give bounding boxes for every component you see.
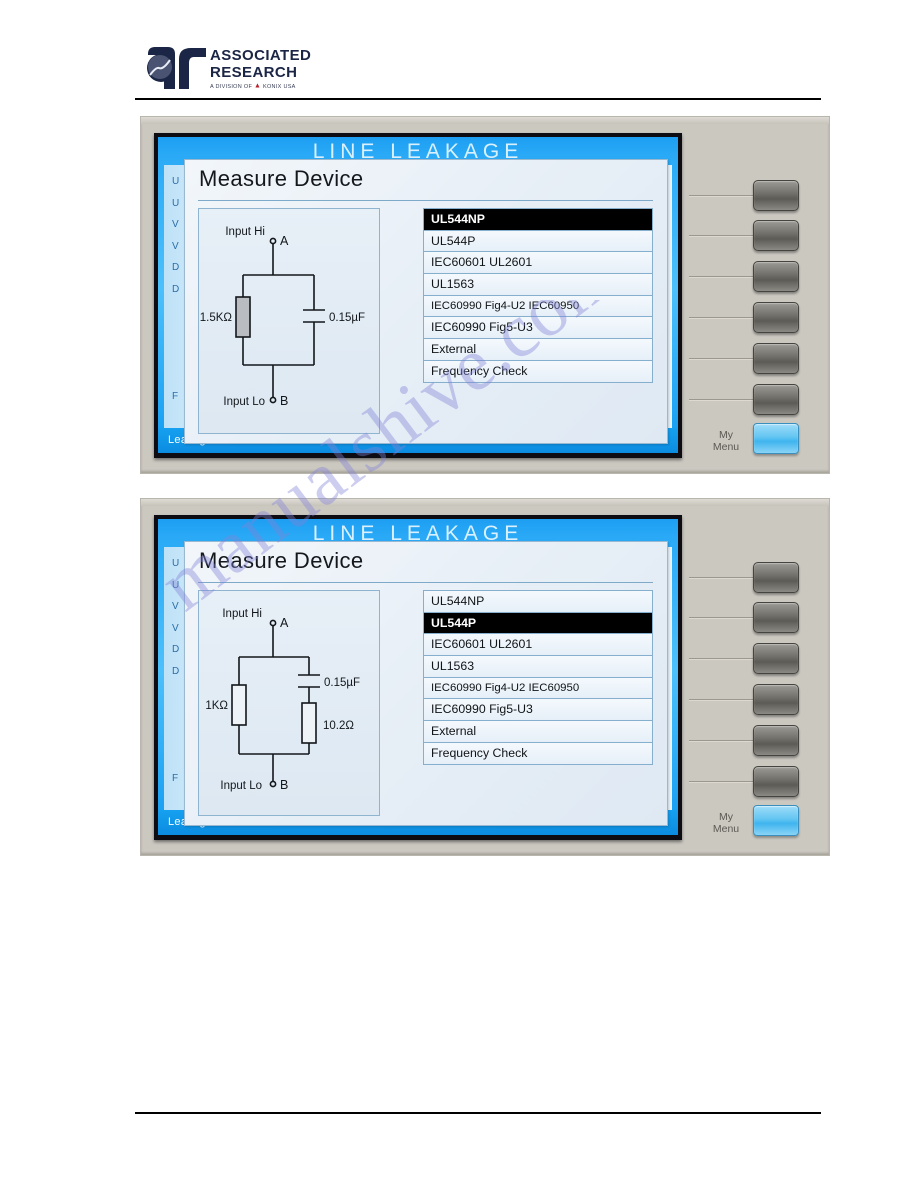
label-capacitor-1: 0.15µF xyxy=(329,312,365,324)
document-page: ASSOCIATED RESEARCH A DIVISION OF ▲ KONI… xyxy=(0,0,918,1188)
associated-research-logo: ASSOCIATED RESEARCH A DIVISION OF ▲ KONI… xyxy=(146,44,346,94)
softkey-button-2[interactable] xyxy=(753,602,799,633)
my-menu-line-1: My xyxy=(719,429,733,441)
softkey-button-3[interactable] xyxy=(753,261,799,292)
softkey-lead xyxy=(689,699,753,700)
softkey-lead xyxy=(689,617,753,618)
softkey-lead xyxy=(689,781,753,782)
ar-logomark-icon xyxy=(146,45,208,91)
dialog-content-2: Input Hi Input Lo A B 1KΩ 0.15µF 10.2Ω U… xyxy=(198,590,653,816)
label-input-hi-1: Input Hi xyxy=(225,226,265,238)
label-resistor-2-2: 10.2Ω xyxy=(323,720,354,732)
background-status-fragment-2: F xyxy=(172,773,179,784)
instrument-figure-2: LINE LEAKAGE U U V V D D F Leakage-HI 0.… xyxy=(140,498,830,856)
label-node-b-2: B xyxy=(280,778,288,792)
footer-divider xyxy=(135,1112,821,1114)
softkey-button-5[interactable] xyxy=(753,343,799,374)
logo-tagline-post: KONIX USA xyxy=(263,84,296,90)
softkey-button-6[interactable] xyxy=(753,766,799,797)
logo-tagline: A DIVISION OF ▲ KONIX USA xyxy=(210,82,311,91)
my-menu-line-1: My xyxy=(719,811,733,823)
label-node-a-1: A xyxy=(280,234,289,248)
logo-tagline-pre: A DIVISION OF xyxy=(210,84,253,90)
label-node-b-1: B xyxy=(280,394,288,408)
device-list-item[interactable]: UL544NP xyxy=(424,591,652,613)
softkey-lead xyxy=(689,276,753,277)
device-list-item[interactable]: External xyxy=(424,339,652,361)
softkey-lead xyxy=(689,658,753,659)
label-resistor-1-2: 1KΩ xyxy=(205,700,228,712)
device-list-item[interactable]: IEC60990 Fig5-U3 xyxy=(424,699,652,722)
dialog-title-divider xyxy=(198,200,653,201)
device-list-2[interactable]: UL544NP UL544P IEC60601 UL2601 UL1563 IE… xyxy=(423,590,653,765)
label-resistor-1-1: 1.5KΩ xyxy=(200,312,233,324)
lcd-screen-2: LINE LEAKAGE U U V V D D F Leakage-HI 0.… xyxy=(158,519,678,835)
label-node-a-2: A xyxy=(280,616,289,630)
softkey-lead xyxy=(689,195,753,196)
lcd-bezel-2: LINE LEAKAGE U U V V D D F Leakage-HI 0.… xyxy=(154,515,682,840)
my-menu-line-2: Menu xyxy=(712,441,740,453)
warning-triangle-icon: ▲ xyxy=(253,82,262,90)
softkey-button-1[interactable] xyxy=(753,180,799,211)
my-menu-label-2: My Menu xyxy=(704,811,748,835)
label-capacitor-2: 0.15µF xyxy=(324,677,360,689)
softkey-lead xyxy=(689,740,753,741)
label-input-hi-2: Input Hi xyxy=(222,608,262,620)
my-menu-button-1[interactable] xyxy=(753,423,799,454)
device-list-item[interactable]: IEC60990 Fig4-U2 IEC60950 xyxy=(424,677,652,700)
device-list-item[interactable]: IEC60990 Fig5-U3 xyxy=(424,317,652,340)
device-list-1[interactable]: UL544NP UL544P IEC60601 UL2601 UL1563 IE… xyxy=(423,208,653,383)
softkey-lead xyxy=(689,358,753,359)
softkey-button-5[interactable] xyxy=(753,725,799,756)
softkey-lead xyxy=(689,577,753,578)
device-list-item[interactable]: UL544NP xyxy=(424,209,652,231)
my-menu-line-2: Menu xyxy=(712,823,740,835)
instrument-figure-1: LINE LEAKAGE U U V V D D F Leakage-HI 0.… xyxy=(140,116,830,474)
softkey-button-3[interactable] xyxy=(753,643,799,674)
softkey-lead xyxy=(689,399,753,400)
circuit-diagram-1: Input Hi Input Lo A B 1.5KΩ 0.15µF xyxy=(198,208,380,434)
dialog-title-2: Measure Device xyxy=(199,548,364,573)
device-list-item[interactable]: IEC60601 UL2601 xyxy=(424,634,652,657)
logo-line-2: RESEARCH xyxy=(210,64,298,81)
softkey-lead xyxy=(689,317,753,318)
device-list-item[interactable]: UL1563 xyxy=(424,656,652,678)
my-menu-label-1: My Menu xyxy=(704,429,748,453)
background-status-fragment-1: F xyxy=(172,391,179,402)
header-divider xyxy=(135,98,821,100)
device-list-item[interactable]: IEC60990 Fig4-U2 IEC60950 xyxy=(424,295,652,318)
device-list-item[interactable]: UL544P xyxy=(424,612,652,635)
softkey-lead xyxy=(689,235,753,236)
label-input-lo-2: Input Lo xyxy=(220,780,262,792)
dialog-title-divider xyxy=(198,582,653,583)
softkey-panel-1: My Menu xyxy=(689,117,831,473)
label-input-lo-1: Input Lo xyxy=(223,396,265,408)
device-list-item[interactable]: IEC60601 UL2601 xyxy=(424,252,652,275)
device-list-item[interactable]: Frequency Check xyxy=(424,742,652,765)
softkey-panel-2: My Menu xyxy=(689,499,831,855)
lcd-screen-1: LINE LEAKAGE U U V V D D F Leakage-HI 0.… xyxy=(158,137,678,453)
device-list-item[interactable]: UL1563 xyxy=(424,274,652,296)
softkey-button-2[interactable] xyxy=(753,220,799,251)
device-list-item[interactable]: Frequency Check xyxy=(424,360,652,383)
circuit-diagram-2: Input Hi Input Lo A B 1KΩ 0.15µF 10.2Ω xyxy=(198,590,380,816)
logo-wordmark: ASSOCIATED RESEARCH A DIVISION OF ▲ KONI… xyxy=(210,48,311,90)
device-list-item[interactable]: UL544P xyxy=(424,230,652,253)
measure-device-dialog-2: Measure Device Input Hi Input Lo A B 1KΩ… xyxy=(184,541,668,826)
measure-device-dialog-1: Measure Device Input Hi Input Lo A B 1.5… xyxy=(184,159,668,444)
softkey-button-4[interactable] xyxy=(753,684,799,715)
softkey-button-1[interactable] xyxy=(753,562,799,593)
my-menu-button-2[interactable] xyxy=(753,805,799,836)
dialog-content-1: Input Hi Input Lo A B 1.5KΩ 0.15µF UL544… xyxy=(198,208,653,434)
softkey-button-6[interactable] xyxy=(753,384,799,415)
dialog-title-1: Measure Device xyxy=(199,166,364,191)
lcd-bezel-1: LINE LEAKAGE U U V V D D F Leakage-HI 0.… xyxy=(154,133,682,458)
device-list-item[interactable]: External xyxy=(424,721,652,743)
logo-line-1: ASSOCIATED xyxy=(210,47,312,64)
softkey-button-4[interactable] xyxy=(753,302,799,333)
